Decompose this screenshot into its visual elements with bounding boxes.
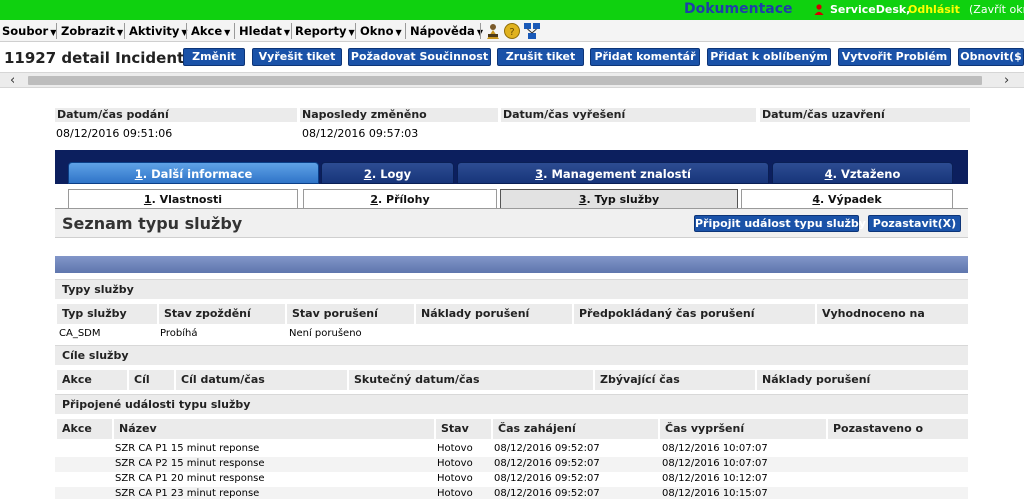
menu-window[interactable]: Okno ▼ <box>360 24 402 38</box>
submitted-label: Datum/čas podání <box>55 108 297 122</box>
menu-separator <box>186 23 187 39</box>
title-row: 11927 detail Incidentu Změnit Vyřešit ti… <box>0 44 1024 72</box>
event-state-cell: Hotovo <box>437 458 473 469</box>
top-bar: Dokumentace ServiceDesk, Odhlásit (Zavří… <box>0 0 1024 20</box>
event-end-cell: 08/12/2016 10:12:07 <box>662 473 768 484</box>
column-delay-state[interactable]: Stav zpoždění <box>157 304 285 324</box>
menu-separator <box>124 23 125 39</box>
tab-related[interactable]: 4. Vztaženo <box>772 162 953 184</box>
event-start-cell: 08/12/2016 09:52:07 <box>494 458 600 469</box>
coin-icon[interactable]: ? <box>503 22 521 40</box>
menu-help[interactable]: Nápověda▼ <box>410 24 483 38</box>
submitted-value: 08/12/2016 09:51:06 <box>56 127 173 140</box>
column-breach-state[interactable]: Stav porušení <box>285 304 414 324</box>
close-window-link[interactable]: (Zavřít okn <box>969 3 1024 16</box>
menu-search[interactable]: Hledat ▼ <box>239 24 290 38</box>
column-goal[interactable]: Cíl <box>127 370 174 390</box>
attached-events-heading: Připojené události typu služby <box>55 394 968 414</box>
menu-activities[interactable]: Aktivity ▼ <box>129 24 188 38</box>
column-event-action[interactable]: Akce <box>55 419 112 439</box>
menu-separator <box>480 23 481 39</box>
menu-separator <box>291 23 292 39</box>
event-state-cell: Hotovo <box>437 473 473 484</box>
resolved-label: Datum/čas vyřešení <box>501 108 756 122</box>
menu-separator <box>405 23 406 39</box>
cancel-ticket-button[interactable]: Zrušit tiket <box>497 48 584 66</box>
breach-state-cell: Není porušeno <box>289 328 362 339</box>
person-search-icon[interactable] <box>484 22 502 40</box>
column-expected-breach-time[interactable]: Předpokládaný čas porušení <box>572 304 815 324</box>
menu-separator <box>355 23 356 39</box>
logout-link[interactable]: Odhlásit <box>908 3 960 16</box>
menu-file[interactable]: Soubor ▼ <box>2 24 56 38</box>
event-name-cell[interactable]: SZR CA P2 15 minut response <box>115 457 265 471</box>
closed-label: Datum/čas uzavření <box>760 108 970 122</box>
column-paused-by[interactable]: Pozastaveno o <box>826 419 968 439</box>
event-start-cell: 08/12/2016 09:52:07 <box>494 488 600 499</box>
scrollbar-thumb[interactable] <box>28 76 982 85</box>
add-comment-button[interactable]: Přidat komentář <box>590 48 700 66</box>
attach-service-type-event-button[interactable]: Připojit událost typu služby <box>694 215 866 232</box>
event-start-cell: 08/12/2016 09:52:07 <box>494 443 600 454</box>
column-breach-cost[interactable]: Náklady porušení <box>414 304 572 324</box>
column-goal-datetime[interactable]: Cíl datum/čas <box>174 370 347 390</box>
event-state-cell: Hotovo <box>437 443 473 454</box>
section-title: Seznam typu služby <box>62 214 243 233</box>
column-action[interactable]: Akce <box>55 370 127 390</box>
last-changed-label: Naposledy změněno <box>300 108 498 122</box>
column-service-type[interactable]: Typ služby <box>55 304 157 324</box>
menu-reports[interactable]: Reporty ▼ <box>295 24 355 38</box>
column-actual-datetime[interactable]: Skutečný datum/čas <box>347 370 593 390</box>
refresh-button[interactable]: Obnovit($ <box>958 48 1024 66</box>
current-user: ServiceDesk, <box>830 3 911 16</box>
event-end-cell: 08/12/2016 10:15:07 <box>662 488 768 499</box>
event-name-cell[interactable]: SZR CA P1 20 minut response <box>115 472 265 486</box>
scroll-left-icon[interactable]: ‹ <box>10 73 15 88</box>
column-remaining-time[interactable]: Zbývající čas <box>593 370 755 390</box>
request-cooperation-button[interactable]: Požadovat Součinnost <box>348 48 491 66</box>
column-goal-breach-cost[interactable]: Náklady porušení <box>755 370 968 390</box>
documentation-link[interactable]: Dokumentace <box>684 0 793 18</box>
pause-button[interactable]: Pozastavit(X) <box>868 215 961 232</box>
tab-knowledge-management[interactable]: 3. Management znalostí <box>457 162 769 184</box>
tab-additional-info[interactable]: 1. Další informace <box>68 162 319 184</box>
last-changed-value: 08/12/2016 09:57:03 <box>302 127 419 140</box>
delay-state-cell: Probíhá <box>160 328 198 339</box>
column-evaluated-at[interactable]: Vyhodnoceno na <box>815 304 968 324</box>
svg-text:?: ? <box>509 27 514 38</box>
create-problem-button[interactable]: Vytvořit Problém <box>838 48 951 66</box>
menu-separator <box>234 23 235 39</box>
network-icon[interactable] <box>523 22 541 40</box>
page-title: 11927 detail Incidentu <box>4 49 195 67</box>
user-icon <box>814 4 824 15</box>
menu-view[interactable]: Zobrazit ▼ <box>61 24 123 38</box>
event-name-cell[interactable]: SZR CA P1 23 minut reponse <box>115 487 259 499</box>
menu-separator <box>56 23 57 39</box>
subtab-outage[interactable]: 4. Výpadek <box>741 189 953 209</box>
tab-logs[interactable]: 2. Logy <box>321 162 454 184</box>
subtab-service-type[interactable]: 3. Typ služby <box>500 189 738 209</box>
edit-button[interactable]: Změnit <box>183 48 245 66</box>
event-start-cell: 08/12/2016 09:52:07 <box>494 473 600 484</box>
menu-actions[interactable]: Akce ▼ <box>191 24 230 38</box>
service-types-heading: Typy služby <box>55 279 968 299</box>
service-goals-heading: Cíle služby <box>55 345 968 365</box>
resolve-ticket-button[interactable]: Vyřešit tiket <box>252 48 342 66</box>
event-end-cell: 08/12/2016 10:07:07 <box>662 458 768 469</box>
column-expiry-time[interactable]: Čas vypršení <box>658 419 826 439</box>
list-header-band <box>55 256 968 273</box>
event-state-cell: Hotovo <box>437 488 473 499</box>
subtab-attachments[interactable]: 2. Přílohy <box>303 189 497 209</box>
scroll-right-icon[interactable]: › <box>1004 73 1009 88</box>
event-name-cell[interactable]: SZR CA P1 15 minut reponse <box>115 442 259 456</box>
menu-bar: Soubor ▼ Zobrazit ▼ Aktivity ▼ Akce ▼ Hledat… <box>0 20 1024 42</box>
service-type-cell: CA_SDM <box>59 328 101 339</box>
column-start-time[interactable]: Čas zahájení <box>491 419 658 439</box>
subtab-properties[interactable]: 1. Vlastnosti <box>68 189 298 209</box>
column-event-name[interactable]: Název <box>112 419 434 439</box>
column-event-state[interactable]: Stav <box>434 419 491 439</box>
event-end-cell: 08/12/2016 10:07:07 <box>662 443 768 454</box>
add-favorite-button[interactable]: Přidat k oblíbeným <box>707 48 831 66</box>
horizontal-scrollbar[interactable]: ‹ › <box>0 72 1024 88</box>
